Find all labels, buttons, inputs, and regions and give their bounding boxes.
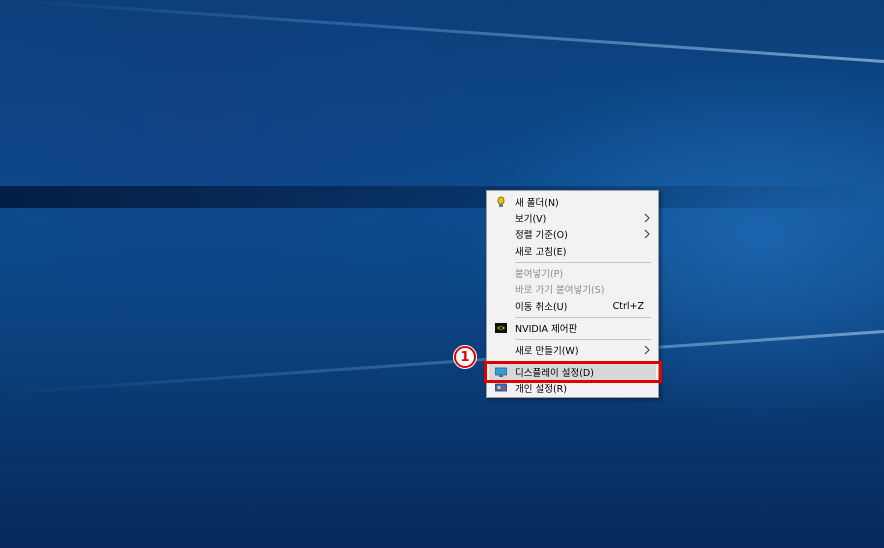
new-folder-icon xyxy=(495,196,507,208)
annotation-step-badge: 1 xyxy=(453,345,477,369)
menu-item-label: 새 폴더(N) xyxy=(515,198,559,209)
menu-item-shortcut: Ctrl+Z xyxy=(612,300,644,312)
menu-item-label: 새로 고침(E) xyxy=(515,247,567,258)
menu-item-new-folder[interactable]: 새 폴더(N) xyxy=(489,194,656,210)
menu-item-refresh[interactable]: 새로 고침(E) xyxy=(489,243,656,259)
menu-item-undo-move[interactable]: 이동 취소(U) Ctrl+Z xyxy=(489,298,656,314)
personalize-icon xyxy=(495,382,507,394)
submenu-arrow-icon xyxy=(644,229,650,239)
menu-item-view[interactable]: 보기(V) xyxy=(489,210,656,226)
menu-separator xyxy=(515,317,651,318)
menu-item-label: 정렬 기준(O) xyxy=(515,230,568,241)
menu-item-paste-shortcut[interactable]: 바로 가기 붙여넣기(S) xyxy=(489,281,656,297)
step-number: 1 xyxy=(456,348,474,366)
menu-item-paste[interactable]: 붙여넣기(P) xyxy=(489,265,656,281)
submenu-arrow-icon xyxy=(644,213,650,223)
menu-item-nvidia-control-panel[interactable]: NVIDIA 제어판 xyxy=(489,320,656,336)
menu-separator xyxy=(515,339,651,340)
menu-item-sort-by[interactable]: 정렬 기준(O) xyxy=(489,226,656,242)
menu-item-label: 보기(V) xyxy=(515,214,547,225)
submenu-arrow-icon xyxy=(644,345,650,355)
wallpaper-shadow-band xyxy=(0,186,884,208)
menu-separator xyxy=(515,262,651,263)
menu-item-label: 붙여넣기(P) xyxy=(515,269,564,280)
annotation-highlight-box xyxy=(484,361,662,383)
nvidia-icon xyxy=(495,322,507,334)
menu-item-label: 바로 가기 붙여넣기(S) xyxy=(515,285,605,296)
menu-item-label: NVIDIA 제어판 xyxy=(515,324,578,335)
menu-item-label: 이동 취소(U) xyxy=(515,302,568,313)
desktop-background[interactable] xyxy=(0,0,884,548)
menu-item-label: 개인 설정(R) xyxy=(515,384,567,395)
menu-item-new[interactable]: 새로 만들기(W) xyxy=(489,342,656,358)
menu-item-label: 새로 만들기(W) xyxy=(515,346,579,357)
